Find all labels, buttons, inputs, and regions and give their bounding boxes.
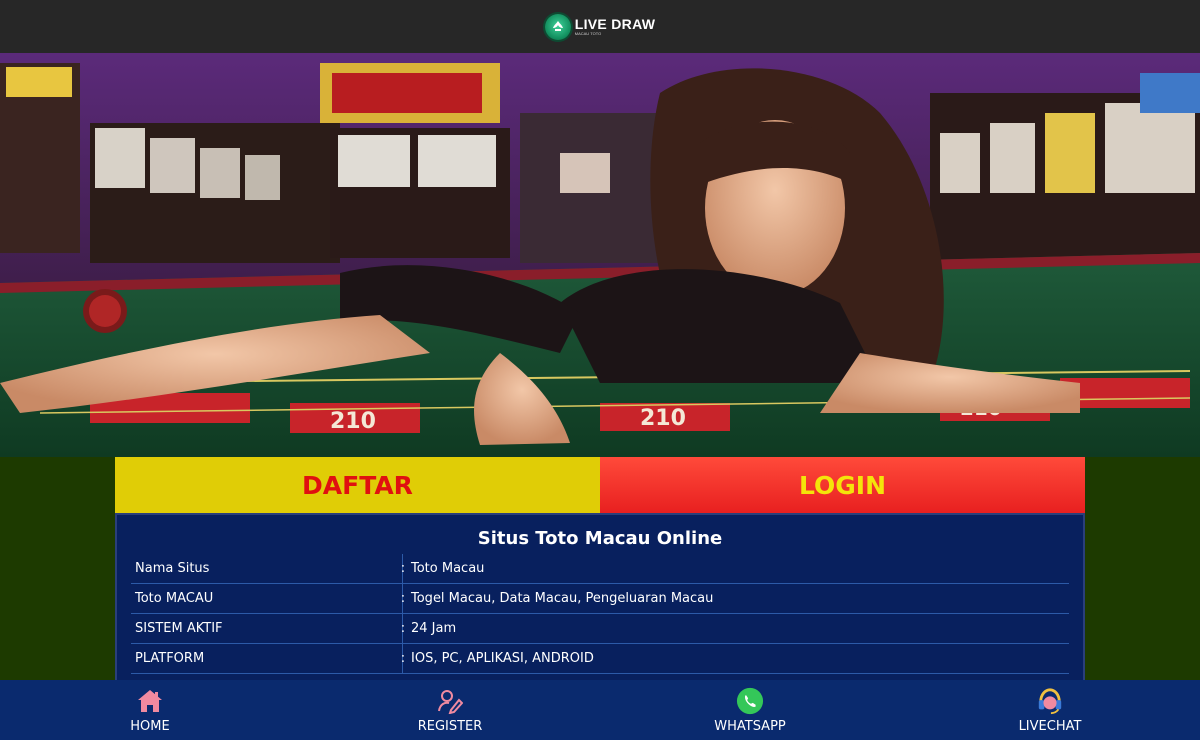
register-icon xyxy=(436,687,464,715)
nav-label: WHATSAPP xyxy=(714,719,786,734)
info-key: PLATFORM xyxy=(131,644,403,673)
bottom-navigation: HOME REGISTER WHATSAPP LIVECHAT xyxy=(0,680,1200,740)
login-button[interactable]: LOGIN xyxy=(600,457,1085,513)
logo-text: LIVE DRAW xyxy=(574,16,656,32)
livechat-icon xyxy=(1036,687,1064,715)
info-key: SISTEM AKTIF xyxy=(131,614,403,643)
nav-label: HOME xyxy=(130,719,170,734)
info-separator: : xyxy=(400,621,406,636)
nav-register[interactable]: REGISTER xyxy=(300,680,600,740)
table-label: 210 xyxy=(330,409,376,434)
info-row: Nama Situs : Toto Macau xyxy=(131,554,1069,584)
info-row: SISTEM AKTIF : 24 Jam xyxy=(131,614,1069,644)
nav-label: LIVECHAT xyxy=(1018,719,1082,734)
info-separator: : xyxy=(400,561,406,576)
site-logo[interactable]: LIVE DRAW MACAU TOTO xyxy=(544,13,656,40)
info-separator: : xyxy=(400,651,406,666)
info-value: Togel Macau, Data Macau, Pengeluaran Mac… xyxy=(411,591,714,606)
slot-machines-right xyxy=(930,73,1200,263)
logo-emblem-icon xyxy=(544,13,571,40)
info-value: 24 Jam xyxy=(411,621,457,636)
table-label: 210 xyxy=(640,406,686,431)
logo-subtext: MACAU TOTO xyxy=(574,31,602,36)
info-key: Nama Situs xyxy=(131,554,403,583)
casino-scene-image: 210 210 210 xyxy=(0,53,1200,457)
info-title: Situs Toto Macau Online xyxy=(477,528,723,549)
info-value: IOS, PC, APLIKASI, ANDROID xyxy=(411,651,594,666)
nav-whatsapp[interactable]: WHATSAPP xyxy=(600,680,900,740)
whatsapp-icon xyxy=(736,687,764,715)
hero-banner: 210 210 210 xyxy=(0,53,1200,457)
daftar-button[interactable]: DAFTAR xyxy=(115,457,600,513)
nav-home[interactable]: HOME xyxy=(0,680,300,740)
info-row: PLATFORM : IOS, PC, APLIKASI, ANDROID xyxy=(131,644,1069,674)
auth-buttons: DAFTAR LOGIN xyxy=(115,457,1085,513)
info-value: Toto Macau xyxy=(411,561,485,576)
info-key: Toto MACAU xyxy=(131,584,403,613)
site-info-panel: Situs Toto Macau Online Nama Situs : Tot… xyxy=(115,513,1085,683)
top-header: LIVE DRAW MACAU TOTO xyxy=(0,0,1200,53)
nav-livechat[interactable]: LIVECHAT xyxy=(900,680,1200,740)
home-icon xyxy=(136,687,164,715)
info-separator: : xyxy=(400,591,406,606)
info-row: Toto MACAU : Togel Macau, Data Macau, Pe… xyxy=(131,584,1069,614)
nav-label: REGISTER xyxy=(417,719,483,734)
